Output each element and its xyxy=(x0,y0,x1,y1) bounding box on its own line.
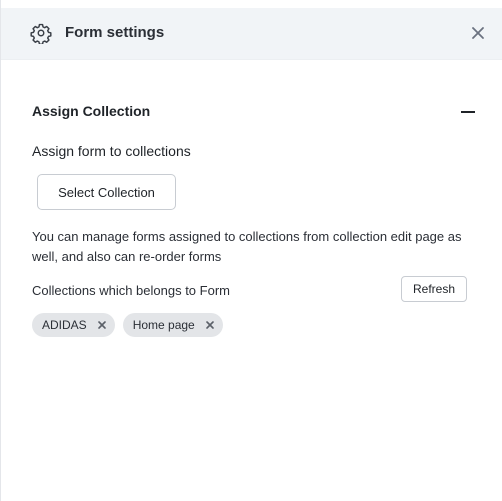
close-icon[interactable] xyxy=(470,25,486,41)
remove-tag-icon[interactable] xyxy=(97,320,107,330)
gear-icon xyxy=(30,23,52,44)
tag-home-page: Home page xyxy=(122,313,223,337)
tag-label: ADIDAS xyxy=(42,318,87,332)
form-settings-panel: Form settings Assign Collection Assign f… xyxy=(0,0,502,501)
belongs-label: Collections which belongs to Form xyxy=(32,283,230,298)
collapse-icon[interactable] xyxy=(460,103,476,119)
tag-adidas: ADIDAS xyxy=(32,313,115,337)
info-text: You can manage forms assigned to collect… xyxy=(32,229,462,264)
section-title: Assign Collection xyxy=(32,103,151,119)
panel-title: Form settings xyxy=(65,24,165,41)
select-collection-button[interactable]: Select Collection xyxy=(37,174,176,210)
panel-header: Form settings xyxy=(1,8,502,60)
remove-tag-icon[interactable] xyxy=(205,320,215,330)
assign-label: Assign form to collections xyxy=(32,143,191,159)
top-strip xyxy=(1,0,502,8)
tag-label: Home page xyxy=(132,318,195,332)
refresh-button[interactable]: Refresh xyxy=(401,276,467,302)
collection-tags: ADIDAS Home page xyxy=(32,313,223,337)
